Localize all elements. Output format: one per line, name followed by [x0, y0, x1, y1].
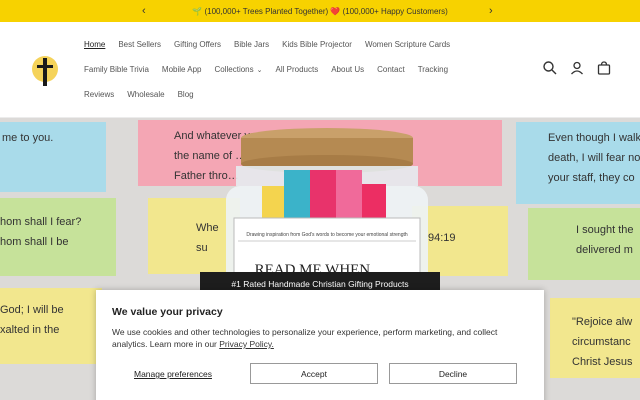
logo-cross-icon[interactable]	[32, 56, 58, 86]
nav-tracking[interactable]: Tracking	[418, 65, 448, 74]
scripture-card: I sought the delivered m	[528, 208, 640, 280]
nav-mobile-app[interactable]: Mobile App	[162, 65, 202, 74]
scripture-card: "Rejoice alw circumstanc Christ Jesus	[550, 298, 640, 378]
nav-contact[interactable]: Contact	[377, 65, 405, 74]
site-header: Home Best Sellers Gifting Offers Bible J…	[0, 22, 640, 118]
nav-about-us[interactable]: About Us	[331, 65, 364, 74]
nav-kids-bible-projector[interactable]: Kids Bible Projector	[282, 40, 352, 49]
chevron-right-icon[interactable]: ›	[489, 4, 493, 18]
cookie-title: We value your privacy	[112, 306, 223, 318]
cookie-actions: Manage preferences Accept Decline	[112, 363, 528, 385]
cookie-consent-banner: We value your privacy We use cookies and…	[96, 290, 544, 400]
nav-blog[interactable]: Blog	[178, 90, 194, 99]
scripture-card: Even though I walk death, I will fear no…	[516, 122, 640, 204]
nav-home[interactable]: Home	[84, 40, 105, 49]
manage-preferences-button[interactable]: Manage preferences	[134, 369, 212, 379]
jar-label-subtitle: Drawing inspiration from God's words to …	[246, 232, 408, 238]
chevron-left-icon[interactable]: ‹	[142, 4, 146, 18]
announcement-bar: ‹ 🌱 (100,000+ Trees Planted Together) ❤️…	[0, 0, 640, 22]
cookie-text-body: We use cookies and other technologies to…	[112, 327, 498, 349]
nav-collections[interactable]: Collections ⌄	[215, 65, 263, 74]
nav-wholesale[interactable]: Wholesale	[127, 90, 164, 99]
announcement-text: 🌱 (100,000+ Trees Planted Together) ❤️ (…	[192, 6, 448, 16]
nav-collections-label: Collections	[214, 65, 254, 74]
search-icon[interactable]	[542, 60, 558, 76]
main-nav-row-1: Home Best Sellers Gifting Offers Bible J…	[84, 40, 450, 49]
scripture-card: me to you.	[0, 122, 106, 192]
cart-icon[interactable]	[596, 60, 612, 76]
privacy-policy-link[interactable]: Privacy Policy.	[219, 339, 274, 349]
account-icon[interactable]	[569, 60, 585, 76]
chevron-down-icon: ⌄	[256, 67, 263, 74]
nav-bible-jars[interactable]: Bible Jars	[234, 40, 269, 49]
accept-button[interactable]: Accept	[250, 363, 378, 384]
nav-gifting-offers[interactable]: Gifting Offers	[174, 40, 221, 49]
scripture-card: God; I will be xalted in the	[0, 288, 102, 364]
cookie-text: We use cookies and other technologies to…	[112, 326, 522, 350]
nav-all-products[interactable]: All Products	[276, 65, 319, 74]
scripture-card: hom shall I fear? hom shall I be	[0, 198, 116, 276]
decline-button[interactable]: Decline	[389, 363, 517, 384]
nav-family-bible-trivia[interactable]: Family Bible Trivia	[84, 65, 149, 74]
nav-best-sellers[interactable]: Best Sellers	[118, 40, 161, 49]
nav-women-scripture-cards[interactable]: Women Scripture Cards	[365, 40, 450, 49]
main-nav-row-2: Family Bible Trivia Mobile App Collectio…	[84, 65, 448, 74]
main-nav-row-3: Reviews Wholesale Blog	[84, 90, 194, 99]
nav-reviews[interactable]: Reviews	[84, 90, 114, 99]
